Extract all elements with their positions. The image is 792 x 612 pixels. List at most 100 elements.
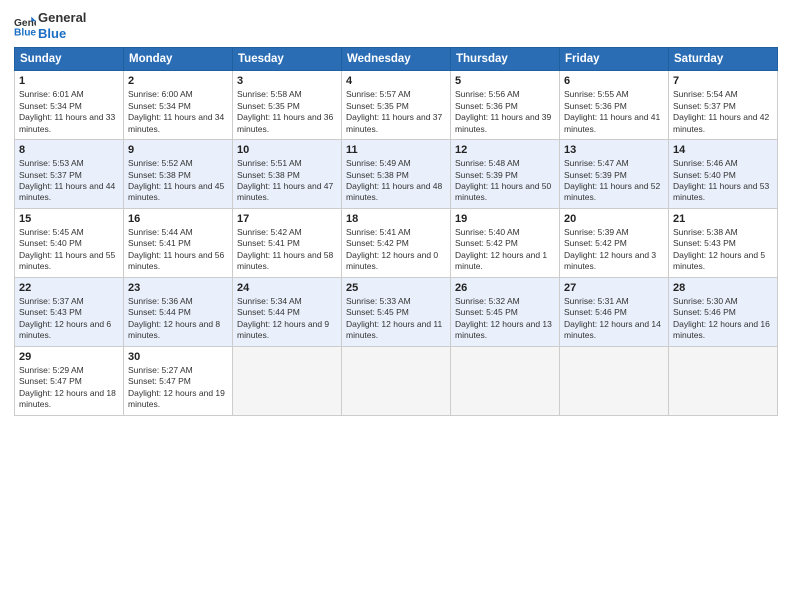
day-number: 30 xyxy=(128,351,228,363)
day-info: Sunrise: 5:30 AMSunset: 5:46 PMDaylight:… xyxy=(673,296,770,340)
day-number: 22 xyxy=(19,282,119,294)
day-number: 16 xyxy=(128,213,228,225)
day-cell: 29 Sunrise: 5:29 AMSunset: 5:47 PMDaylig… xyxy=(15,346,124,415)
day-cell: 6 Sunrise: 5:55 AMSunset: 5:36 PMDayligh… xyxy=(560,71,669,140)
day-info: Sunrise: 5:55 AMSunset: 5:36 PMDaylight:… xyxy=(564,89,660,133)
day-cell: 16 Sunrise: 5:44 AMSunset: 5:41 PMDaylig… xyxy=(124,208,233,277)
day-cell: 13 Sunrise: 5:47 AMSunset: 5:39 PMDaylig… xyxy=(560,140,669,209)
day-info: Sunrise: 6:01 AMSunset: 5:34 PMDaylight:… xyxy=(19,89,115,133)
day-number: 15 xyxy=(19,213,119,225)
logo-icon: General Blue xyxy=(14,15,36,37)
day-info: Sunrise: 5:57 AMSunset: 5:35 PMDaylight:… xyxy=(346,89,442,133)
day-info: Sunrise: 5:45 AMSunset: 5:40 PMDaylight:… xyxy=(19,227,115,271)
day-info: Sunrise: 5:47 AMSunset: 5:39 PMDaylight:… xyxy=(564,158,660,202)
day-info: Sunrise: 5:49 AMSunset: 5:38 PMDaylight:… xyxy=(346,158,442,202)
day-info: Sunrise: 5:53 AMSunset: 5:37 PMDaylight:… xyxy=(19,158,115,202)
day-info: Sunrise: 5:40 AMSunset: 5:42 PMDaylight:… xyxy=(455,227,547,271)
day-number: 11 xyxy=(346,144,446,156)
svg-text:Blue: Blue xyxy=(14,27,36,37)
header: General Blue General Blue xyxy=(14,10,778,41)
day-cell: 17 Sunrise: 5:42 AMSunset: 5:41 PMDaylig… xyxy=(233,208,342,277)
day-cell: 26 Sunrise: 5:32 AMSunset: 5:45 PMDaylig… xyxy=(451,277,560,346)
day-info: Sunrise: 6:00 AMSunset: 5:34 PMDaylight:… xyxy=(128,89,224,133)
day-info: Sunrise: 5:52 AMSunset: 5:38 PMDaylight:… xyxy=(128,158,224,202)
day-number: 9 xyxy=(128,144,228,156)
day-number: 29 xyxy=(19,351,119,363)
day-number: 6 xyxy=(564,75,664,87)
day-cell xyxy=(342,346,451,415)
col-sunday: Sunday xyxy=(15,48,124,71)
day-info: Sunrise: 5:42 AMSunset: 5:41 PMDaylight:… xyxy=(237,227,333,271)
day-cell: 4 Sunrise: 5:57 AMSunset: 5:35 PMDayligh… xyxy=(342,71,451,140)
day-cell: 10 Sunrise: 5:51 AMSunset: 5:38 PMDaylig… xyxy=(233,140,342,209)
day-cell: 14 Sunrise: 5:46 AMSunset: 5:40 PMDaylig… xyxy=(669,140,778,209)
day-cell: 15 Sunrise: 5:45 AMSunset: 5:40 PMDaylig… xyxy=(15,208,124,277)
day-info: Sunrise: 5:33 AMSunset: 5:45 PMDaylight:… xyxy=(346,296,442,340)
day-info: Sunrise: 5:29 AMSunset: 5:47 PMDaylight:… xyxy=(19,365,116,409)
day-info: Sunrise: 5:58 AMSunset: 5:35 PMDaylight:… xyxy=(237,89,333,133)
page: General Blue General Blue Sunday Monday … xyxy=(0,0,792,612)
logo: General Blue General Blue xyxy=(14,10,86,41)
day-number: 14 xyxy=(673,144,773,156)
day-cell: 7 Sunrise: 5:54 AMSunset: 5:37 PMDayligh… xyxy=(669,71,778,140)
day-number: 3 xyxy=(237,75,337,87)
day-cell: 11 Sunrise: 5:49 AMSunset: 5:38 PMDaylig… xyxy=(342,140,451,209)
day-info: Sunrise: 5:32 AMSunset: 5:45 PMDaylight:… xyxy=(455,296,552,340)
day-cell: 5 Sunrise: 5:56 AMSunset: 5:36 PMDayligh… xyxy=(451,71,560,140)
day-number: 13 xyxy=(564,144,664,156)
col-tuesday: Tuesday xyxy=(233,48,342,71)
day-number: 28 xyxy=(673,282,773,294)
day-info: Sunrise: 5:44 AMSunset: 5:41 PMDaylight:… xyxy=(128,227,224,271)
day-info: Sunrise: 5:56 AMSunset: 5:36 PMDaylight:… xyxy=(455,89,551,133)
day-number: 8 xyxy=(19,144,119,156)
week-row-4: 22 Sunrise: 5:37 AMSunset: 5:43 PMDaylig… xyxy=(15,277,778,346)
day-number: 18 xyxy=(346,213,446,225)
day-number: 7 xyxy=(673,75,773,87)
day-info: Sunrise: 5:54 AMSunset: 5:37 PMDaylight:… xyxy=(673,89,769,133)
day-number: 26 xyxy=(455,282,555,294)
day-cell: 20 Sunrise: 5:39 AMSunset: 5:42 PMDaylig… xyxy=(560,208,669,277)
day-number: 20 xyxy=(564,213,664,225)
week-row-2: 8 Sunrise: 5:53 AMSunset: 5:37 PMDayligh… xyxy=(15,140,778,209)
day-info: Sunrise: 5:41 AMSunset: 5:42 PMDaylight:… xyxy=(346,227,438,271)
day-cell: 25 Sunrise: 5:33 AMSunset: 5:45 PMDaylig… xyxy=(342,277,451,346)
day-number: 2 xyxy=(128,75,228,87)
day-cell: 9 Sunrise: 5:52 AMSunset: 5:38 PMDayligh… xyxy=(124,140,233,209)
day-number: 17 xyxy=(237,213,337,225)
day-number: 4 xyxy=(346,75,446,87)
header-row: Sunday Monday Tuesday Wednesday Thursday… xyxy=(15,48,778,71)
week-row-1: 1 Sunrise: 6:01 AMSunset: 5:34 PMDayligh… xyxy=(15,71,778,140)
day-cell xyxy=(451,346,560,415)
day-cell: 30 Sunrise: 5:27 AMSunset: 5:47 PMDaylig… xyxy=(124,346,233,415)
day-cell: 3 Sunrise: 5:58 AMSunset: 5:35 PMDayligh… xyxy=(233,71,342,140)
col-monday: Monday xyxy=(124,48,233,71)
col-wednesday: Wednesday xyxy=(342,48,451,71)
day-info: Sunrise: 5:38 AMSunset: 5:43 PMDaylight:… xyxy=(673,227,765,271)
col-saturday: Saturday xyxy=(669,48,778,71)
day-cell: 12 Sunrise: 5:48 AMSunset: 5:39 PMDaylig… xyxy=(451,140,560,209)
day-cell: 28 Sunrise: 5:30 AMSunset: 5:46 PMDaylig… xyxy=(669,277,778,346)
day-cell: 24 Sunrise: 5:34 AMSunset: 5:44 PMDaylig… xyxy=(233,277,342,346)
day-cell xyxy=(669,346,778,415)
day-cell: 21 Sunrise: 5:38 AMSunset: 5:43 PMDaylig… xyxy=(669,208,778,277)
day-number: 24 xyxy=(237,282,337,294)
day-cell: 8 Sunrise: 5:53 AMSunset: 5:37 PMDayligh… xyxy=(15,140,124,209)
day-number: 25 xyxy=(346,282,446,294)
day-info: Sunrise: 5:36 AMSunset: 5:44 PMDaylight:… xyxy=(128,296,220,340)
day-cell: 27 Sunrise: 5:31 AMSunset: 5:46 PMDaylig… xyxy=(560,277,669,346)
day-cell: 22 Sunrise: 5:37 AMSunset: 5:43 PMDaylig… xyxy=(15,277,124,346)
day-number: 23 xyxy=(128,282,228,294)
day-cell: 23 Sunrise: 5:36 AMSunset: 5:44 PMDaylig… xyxy=(124,277,233,346)
day-number: 12 xyxy=(455,144,555,156)
day-number: 10 xyxy=(237,144,337,156)
col-friday: Friday xyxy=(560,48,669,71)
day-cell xyxy=(560,346,669,415)
calendar-table: Sunday Monday Tuesday Wednesday Thursday… xyxy=(14,47,778,415)
day-info: Sunrise: 5:39 AMSunset: 5:42 PMDaylight:… xyxy=(564,227,656,271)
col-thursday: Thursday xyxy=(451,48,560,71)
day-cell: 1 Sunrise: 6:01 AMSunset: 5:34 PMDayligh… xyxy=(15,71,124,140)
day-info: Sunrise: 5:31 AMSunset: 5:46 PMDaylight:… xyxy=(564,296,661,340)
day-cell xyxy=(233,346,342,415)
day-cell: 18 Sunrise: 5:41 AMSunset: 5:42 PMDaylig… xyxy=(342,208,451,277)
week-row-5: 29 Sunrise: 5:29 AMSunset: 5:47 PMDaylig… xyxy=(15,346,778,415)
